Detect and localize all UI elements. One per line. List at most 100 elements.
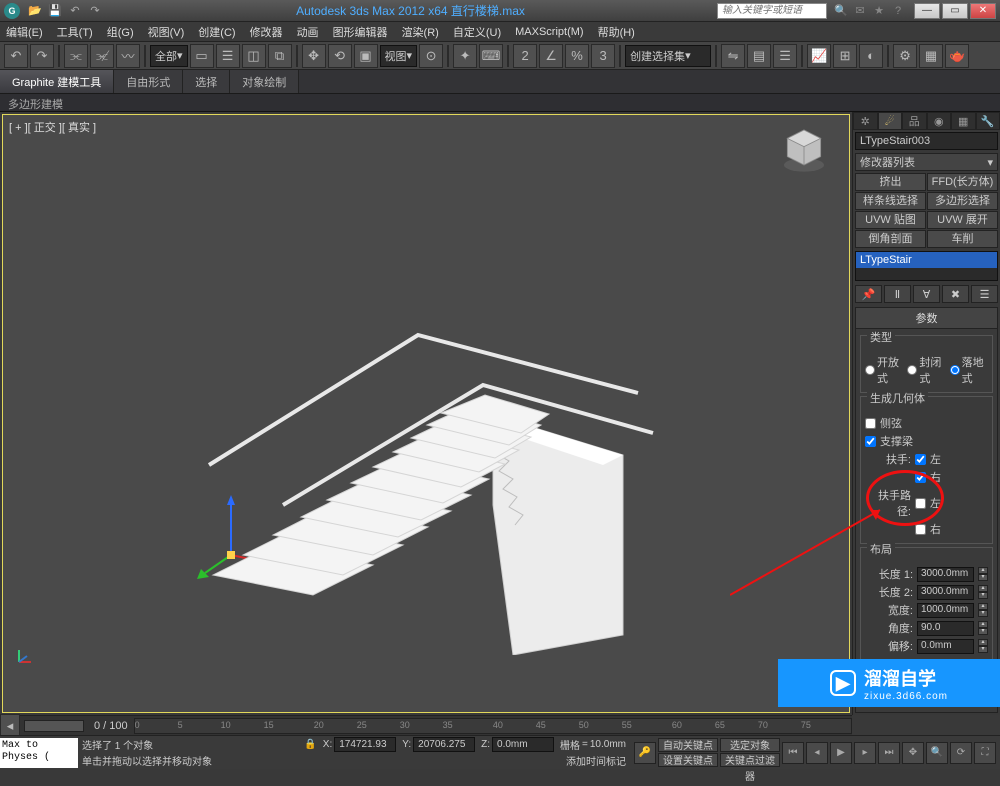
redo-icon[interactable]: ↷ bbox=[30, 44, 54, 68]
menu-views[interactable]: 视图(V) bbox=[148, 24, 185, 40]
mod-btn-spline[interactable]: 样条线选择 bbox=[855, 192, 926, 210]
menu-group[interactable]: 组(G) bbox=[107, 24, 134, 40]
snap-spinner-icon[interactable]: 3 bbox=[591, 44, 615, 68]
maxscript-mini-listener[interactable]: Max to Physes ( bbox=[0, 738, 78, 768]
selection-filter-select[interactable]: 全部 ▾ bbox=[150, 45, 188, 67]
search-icon[interactable]: 🔍 bbox=[833, 3, 849, 19]
menu-customize[interactable]: 自定义(U) bbox=[453, 24, 501, 40]
tab-create-icon[interactable]: ✲ bbox=[853, 112, 878, 130]
rollout-header-params[interactable]: 参数 bbox=[856, 308, 997, 329]
stack-show-icon[interactable]: Ⅱ bbox=[884, 285, 911, 303]
scale-icon[interactable]: ▣ bbox=[354, 44, 378, 68]
viewcube-icon[interactable] bbox=[779, 125, 829, 175]
pivot-icon[interactable]: ⊙ bbox=[419, 44, 443, 68]
render-icon[interactable]: 🫖 bbox=[945, 44, 969, 68]
layers-icon[interactable]: ☰ bbox=[773, 44, 797, 68]
viewport[interactable]: [ + ][ 正交 ][ 真实 ] bbox=[2, 114, 850, 713]
select-region-icon[interactable]: ◫ bbox=[242, 44, 266, 68]
lock-icon[interactable]: 🔒 bbox=[304, 739, 316, 750]
menu-modifiers[interactable]: 修改器 bbox=[250, 24, 283, 40]
qat-redo-icon[interactable]: ↷ bbox=[86, 3, 104, 19]
schematic-icon[interactable]: ⊞ bbox=[833, 44, 857, 68]
app-logo-icon[interactable]: G bbox=[4, 3, 20, 19]
type-closed-radio[interactable]: 封闭式 bbox=[907, 354, 945, 386]
stack-remove-icon[interactable]: ✖ bbox=[942, 285, 969, 303]
carriage-checkbox[interactable] bbox=[865, 436, 876, 447]
stack-item-ltypestair[interactable]: LTypeStair bbox=[856, 252, 997, 268]
tab-motion-icon[interactable]: ◉ bbox=[927, 112, 952, 130]
snap-2d-icon[interactable]: 2 bbox=[513, 44, 537, 68]
coord-x[interactable]: 174721.93 bbox=[334, 737, 396, 752]
select-object-icon[interactable]: ▭ bbox=[190, 44, 214, 68]
link-icon[interactable]: ⫘ bbox=[64, 44, 88, 68]
tab-display-icon[interactable]: ▦ bbox=[951, 112, 976, 130]
stringer-checkbox[interactable] bbox=[865, 418, 876, 429]
offset-spinner[interactable]: ▴▾ bbox=[978, 639, 988, 653]
render-setup-icon[interactable]: ⚙ bbox=[893, 44, 917, 68]
key-filter-button[interactable]: 关键点过滤器 bbox=[720, 753, 780, 767]
menu-create[interactable]: 创建(C) bbox=[198, 24, 235, 40]
keyboard-shortcut-icon[interactable]: ⌨ bbox=[479, 44, 503, 68]
timeline[interactable]: ◂ 0 / 100 0 5 10 15 20 25 30 35 40 45 50… bbox=[0, 715, 852, 735]
coord-y[interactable]: 20706.275 bbox=[413, 737, 475, 752]
angle-field[interactable]: 90.0 bbox=[917, 621, 974, 636]
help-icon[interactable]: ? bbox=[890, 3, 906, 19]
align-icon[interactable]: ▤ bbox=[747, 44, 771, 68]
snap-percent-icon[interactable]: % bbox=[565, 44, 589, 68]
object-name-field[interactable]: LTypeStair003 bbox=[855, 132, 998, 150]
menu-grapheditors[interactable]: 图形编辑器 bbox=[333, 24, 388, 40]
viewport-label[interactable]: [ + ][ 正交 ][ 真实 ] bbox=[9, 119, 96, 135]
minimize-button[interactable]: — bbox=[914, 3, 940, 19]
prev-frame-icon[interactable]: ◂ bbox=[806, 742, 828, 764]
goto-start-icon[interactable]: ⏮ bbox=[782, 742, 804, 764]
mod-btn-poly[interactable]: 多边形选择 bbox=[927, 192, 998, 210]
tab-utilities-icon[interactable]: 🔧 bbox=[976, 112, 1000, 130]
width-field[interactable]: 1000.0mm bbox=[917, 603, 974, 618]
mod-btn-ffd[interactable]: FFD(长方体) bbox=[927, 173, 998, 191]
named-selset-select[interactable]: 创建选择集 ▾ bbox=[625, 45, 711, 67]
tab-modify-icon[interactable]: ☄ bbox=[878, 112, 903, 130]
modifier-list-select[interactable]: 修改器列表▾ bbox=[855, 153, 998, 171]
coord-z[interactable]: 0.0mm bbox=[492, 737, 554, 752]
undo-icon[interactable]: ↶ bbox=[4, 44, 28, 68]
mod-btn-extrude[interactable]: 挤出 bbox=[855, 173, 926, 191]
menu-animation[interactable]: 动画 bbox=[297, 24, 319, 40]
qat-undo-icon[interactable]: ↶ bbox=[66, 3, 84, 19]
auto-key-button[interactable]: 自动关键点 bbox=[658, 738, 718, 752]
stack-config-icon[interactable]: ☰ bbox=[971, 285, 998, 303]
ribbon-tab-freeform[interactable]: 自由形式 bbox=[114, 70, 183, 93]
bind-spacewarp-icon[interactable]: 〰 bbox=[116, 44, 140, 68]
stack-pin-icon[interactable]: 📌 bbox=[855, 285, 882, 303]
viewport-nav-pan-icon[interactable]: ✥ bbox=[902, 742, 924, 764]
render-frame-icon[interactable]: ▦ bbox=[919, 44, 943, 68]
length1-spinner[interactable]: ▴▾ bbox=[978, 567, 988, 581]
railpath-left-checkbox[interactable] bbox=[915, 498, 926, 509]
viewport-nav-max-icon[interactable]: ⛶ bbox=[974, 742, 996, 764]
type-open-radio[interactable]: 开放式 bbox=[865, 354, 903, 386]
length2-spinner[interactable]: ▴▾ bbox=[978, 585, 988, 599]
curve-editor-icon[interactable]: 📈 bbox=[807, 44, 831, 68]
qat-save-icon[interactable]: 💾 bbox=[46, 3, 64, 19]
time-slider[interactable] bbox=[24, 720, 84, 732]
mod-btn-bevel[interactable]: 倒角剖面 bbox=[855, 230, 926, 248]
mod-btn-uvwmap[interactable]: UVW 贴图 bbox=[855, 211, 926, 229]
maximize-button[interactable]: ▭ bbox=[942, 3, 968, 19]
play-icon[interactable]: ▶ bbox=[830, 742, 852, 764]
length2-field[interactable]: 3000.0mm bbox=[917, 585, 974, 600]
select-manipulate-icon[interactable]: ✦ bbox=[453, 44, 477, 68]
mirror-icon[interactable]: ⇋ bbox=[721, 44, 745, 68]
close-button[interactable]: ✕ bbox=[970, 3, 996, 19]
window-crossing-icon[interactable]: ⧉ bbox=[268, 44, 292, 68]
comm-center-icon[interactable]: ✉ bbox=[852, 3, 868, 19]
offset-field[interactable]: 0.0mm bbox=[917, 639, 974, 654]
modifier-stack[interactable]: LTypeStair bbox=[855, 251, 998, 281]
type-box-radio[interactable]: 落地式 bbox=[950, 354, 988, 386]
select-by-name-icon[interactable]: ☰ bbox=[216, 44, 240, 68]
ribbon-tab-selection[interactable]: 选择 bbox=[183, 70, 230, 93]
snap-angle-icon[interactable]: ∠ bbox=[539, 44, 563, 68]
handrail-left-checkbox[interactable] bbox=[915, 454, 926, 465]
tab-hierarchy-icon[interactable]: 品 bbox=[902, 112, 927, 130]
selected-key-button[interactable]: 选定对象 bbox=[720, 738, 780, 752]
unlink-icon[interactable]: ⫘̸ bbox=[90, 44, 114, 68]
angle-spinner[interactable]: ▴▾ bbox=[978, 621, 988, 635]
